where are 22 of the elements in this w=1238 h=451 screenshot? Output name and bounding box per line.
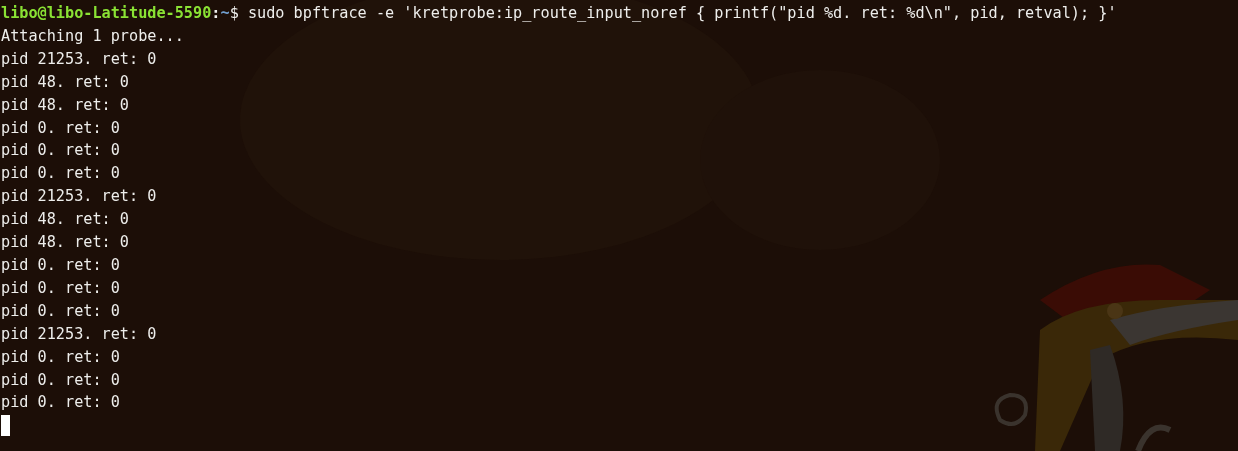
- output-line: pid 48. ret: 0: [1, 95, 129, 114]
- output-line: pid 0. ret: 0: [1, 347, 120, 366]
- command-text: sudo bpftrace -e 'kretprobe:ip_route_input_noref { printf("pid %d. ret: %d\n", pid, retval); }': [247, 3, 1117, 24]
- output-line: pid 0. ret: 0: [1, 118, 120, 137]
- prompt-symbol: $: [229, 3, 239, 24]
- output-line: pid 0. ret: 0: [1, 370, 120, 389]
- output-line: Attaching 1 probe...: [1, 26, 184, 45]
- output-line: pid 48. ret: 0: [1, 210, 129, 229]
- output-line: pid 0. ret: 0: [1, 255, 120, 274]
- output-line: pid 0. ret: 0: [1, 301, 120, 320]
- output-line: pid 21253. ret: 0: [1, 324, 157, 343]
- output-line: pid 0. ret: 0: [1, 164, 120, 183]
- prompt-separator: :: [211, 3, 221, 24]
- output-line: pid 0. ret: 0: [1, 278, 120, 297]
- prompt-user-host: libo@libo-Latitude-5590: [1, 3, 212, 24]
- output-line: pid 0. ret: 0: [1, 393, 120, 412]
- output-line: pid 21253. ret: 0: [1, 49, 157, 68]
- prompt-path: ~: [220, 3, 230, 24]
- output-line: pid 21253. ret: 0: [1, 187, 157, 206]
- output-line: pid 48. ret: 0: [1, 233, 129, 252]
- output-line: pid 48. ret: 0: [1, 72, 129, 91]
- output-line: pid 0. ret: 0: [1, 141, 120, 160]
